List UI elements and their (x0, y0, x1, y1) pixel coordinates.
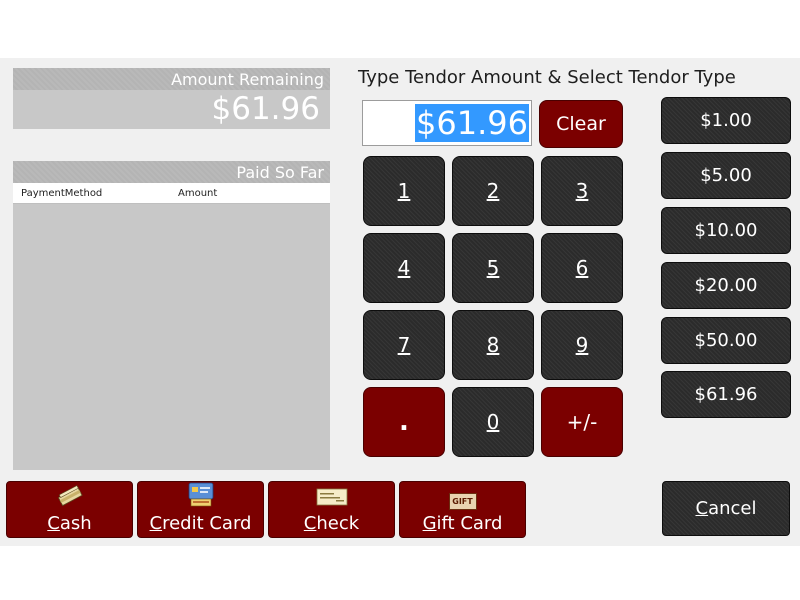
quick-amount-1[interactable]: $1.00 (661, 97, 791, 144)
gift-card-label: Gift Card (422, 513, 503, 534)
cancel-label: Cancel (695, 498, 757, 519)
credit-card-button[interactable]: Credit Card (137, 481, 264, 538)
key-8[interactable]: 8 (452, 310, 534, 380)
key-5[interactable]: 5 (452, 233, 534, 303)
payments-table-header: PaymentMethod Amount (13, 183, 330, 204)
key-7[interactable]: 7 (363, 310, 445, 380)
key-0[interactable]: 0 (452, 387, 534, 457)
check-button[interactable]: Check (268, 481, 395, 538)
key-decimal[interactable]: . (363, 387, 445, 457)
quick-amount-10[interactable]: $10.00 (661, 207, 791, 254)
paid-so-far-panel: Paid So Far PaymentMethod Amount (13, 161, 330, 470)
key-6[interactable]: 6 (541, 233, 623, 303)
paid-so-far-label: Paid So Far (13, 161, 330, 183)
tender-screen: Amount Remaining $61.96 Paid So Far Paym… (0, 58, 800, 546)
credit-card-icon (186, 481, 216, 512)
quick-amount-20[interactable]: $20.00 (661, 262, 791, 309)
key-3[interactable]: 3 (541, 156, 623, 226)
cash-label: Cash (47, 513, 92, 534)
clear-button[interactable]: Clear (539, 100, 623, 148)
column-amount[interactable]: Amount (178, 188, 217, 199)
cash-icon (56, 485, 84, 512)
credit-card-label: Credit Card (149, 513, 252, 534)
key-plus-minus[interactable]: +/- (541, 387, 623, 457)
key-2[interactable]: 2 (452, 156, 534, 226)
payments-list (13, 204, 330, 470)
cash-button[interactable]: Cash (6, 481, 133, 538)
amount-remaining-value: $61.96 (211, 91, 320, 127)
quick-amount-exact[interactable]: $61.96 (661, 371, 791, 418)
key-9[interactable]: 9 (541, 310, 623, 380)
gift-card-button[interactable]: GIFT Gift Card (399, 481, 526, 538)
quick-amount-50[interactable]: $50.00 (661, 317, 791, 364)
gift-card-icon: GIFT (448, 493, 477, 510)
check-label: Check (303, 513, 360, 534)
amount-input[interactable]: $61.96 (362, 100, 532, 146)
key-1[interactable]: 1 (363, 156, 445, 226)
quick-amount-5[interactable]: $5.00 (661, 152, 791, 199)
page-title: Type Tendor Amount & Select Tendor Type (358, 67, 736, 88)
amount-remaining-label: Amount Remaining (13, 68, 330, 90)
key-4[interactable]: 4 (363, 233, 445, 303)
cancel-button[interactable]: Cancel (662, 481, 790, 536)
check-icon (316, 487, 348, 512)
amount-remaining-panel: Amount Remaining $61.96 (13, 68, 330, 129)
amount-input-selected-text: $61.96 (415, 104, 529, 142)
column-payment-method[interactable]: PaymentMethod (21, 188, 102, 199)
